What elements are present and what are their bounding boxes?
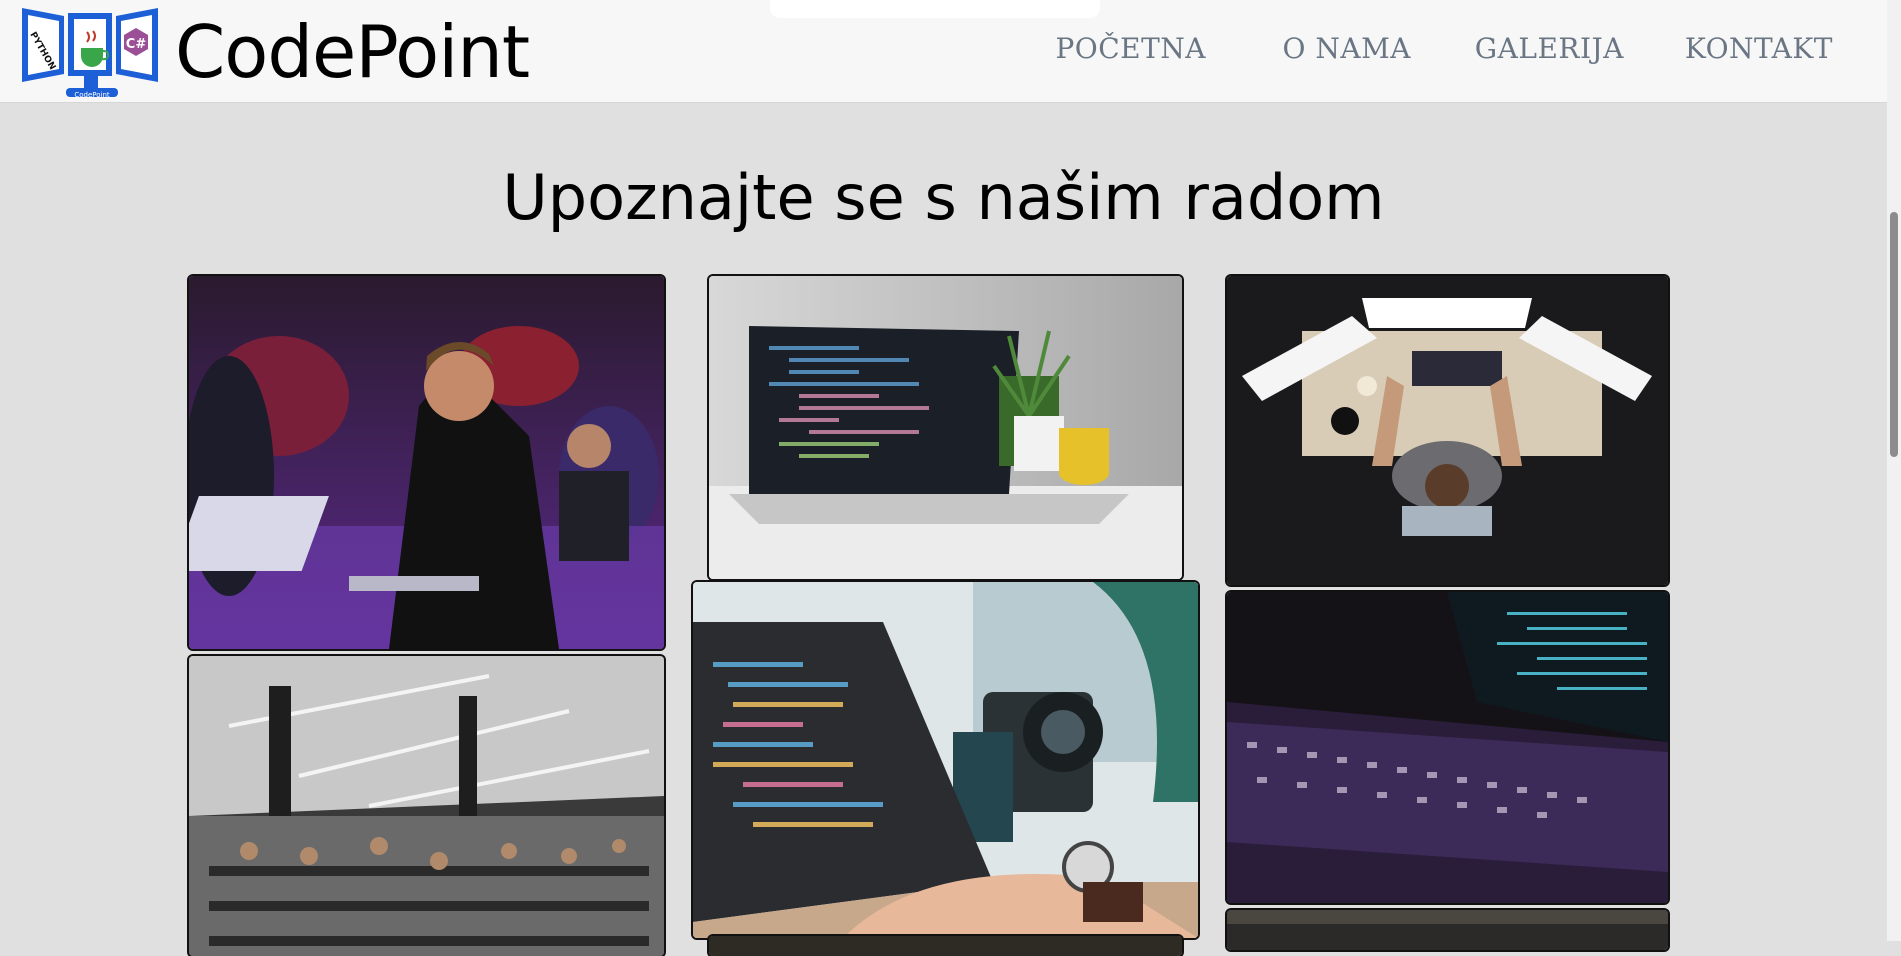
gallery-photo-three-monitors[interactable]: [1227, 276, 1668, 585]
brand-name: CodePoint: [175, 10, 530, 94]
typing-code-image: [693, 582, 1198, 938]
nav-kontakt[interactable]: KONTAKT: [1685, 32, 1833, 65]
nav-pocetna[interactable]: POČETNA: [1055, 32, 1206, 65]
gallery-title: Upoznajte se s našim radom: [502, 161, 1385, 234]
gallery-photo-dark-keyboard[interactable]: [1227, 592, 1668, 903]
nav-o-nama[interactable]: O NAMA: [1283, 32, 1411, 65]
laptop-desk-image: [709, 276, 1182, 579]
home-logo-link[interactable]: C# PYTHON CodePoint CodePoint: [20, 4, 580, 100]
gallery-photo-partial-right[interactable]: [1227, 910, 1668, 950]
svg-text:CodePoint: CodePoint: [74, 91, 110, 99]
open-office-image: [189, 656, 664, 956]
scrollbar-thumb[interactable]: [1890, 212, 1898, 457]
svg-text:C#: C#: [126, 37, 147, 52]
coders-event-image: [189, 276, 664, 649]
gallery-photo-open-office[interactable]: [189, 656, 664, 956]
gallery-photo-typing-code[interactable]: [693, 582, 1198, 938]
gallery-photo-coders-event[interactable]: [189, 276, 664, 649]
gallery-photo-laptop-desk[interactable]: [709, 276, 1182, 579]
three-monitors-image: [1227, 276, 1668, 585]
page-scrollbar[interactable]: [1887, 0, 1901, 941]
nav-galerija[interactable]: GALERIJA: [1475, 32, 1624, 65]
partial-right-image: [1227, 910, 1668, 950]
site-header: C# PYTHON CodePoint CodePoint POČETNA O …: [0, 0, 1901, 103]
partial-middle-image: [709, 936, 1182, 956]
header-decoration: [770, 0, 1100, 18]
gallery-photo-partial-middle[interactable]: [709, 936, 1182, 956]
dark-keyboard-image: [1227, 592, 1668, 903]
codepoint-monitor-logo: C# PYTHON CodePoint: [22, 8, 158, 99]
